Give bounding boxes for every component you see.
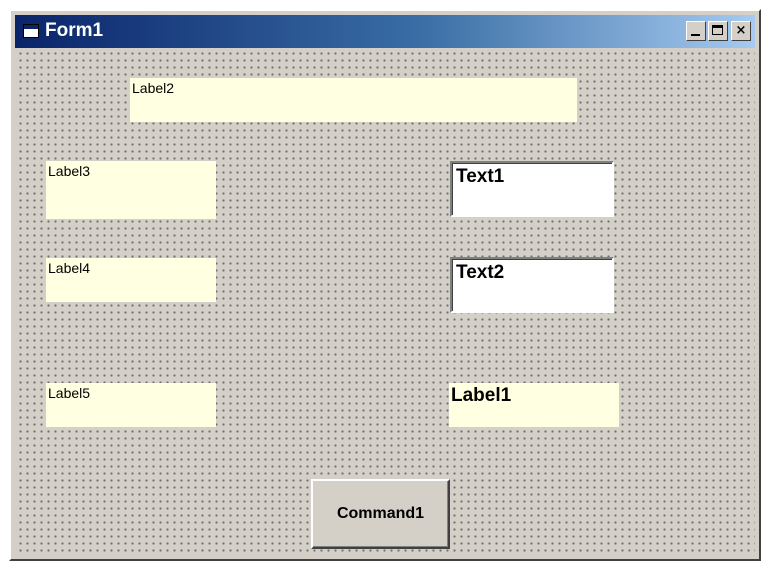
command1-button[interactable]: Command1: [311, 479, 450, 549]
form-design-surface[interactable]: Label2 Label3 Text1 Label4 Text2 Label5 …: [15, 48, 755, 555]
label4[interactable]: Label4: [46, 258, 216, 302]
maximize-icon: [712, 25, 723, 35]
label5[interactable]: Label5: [46, 383, 216, 427]
title-bar[interactable]: Form1 ×: [15, 15, 755, 48]
form-icon: [23, 24, 39, 38]
text1-input[interactable]: Text1: [450, 161, 614, 217]
text2-input[interactable]: Text2: [450, 257, 614, 313]
minimize-button[interactable]: [686, 21, 706, 41]
form-window: Form1 × Label2 Label3 Text1 Label4 Text2…: [9, 9, 761, 561]
window-title: Form1: [45, 20, 104, 41]
close-icon: ×: [735, 23, 747, 38]
maximize-button[interactable]: [708, 21, 728, 41]
minimize-icon: [691, 34, 700, 36]
command1-label: Command1: [336, 505, 425, 522]
label1[interactable]: Label1: [449, 383, 619, 427]
close-button[interactable]: ×: [731, 21, 751, 41]
label2[interactable]: Label2: [130, 78, 577, 122]
label3[interactable]: Label3: [46, 161, 216, 219]
